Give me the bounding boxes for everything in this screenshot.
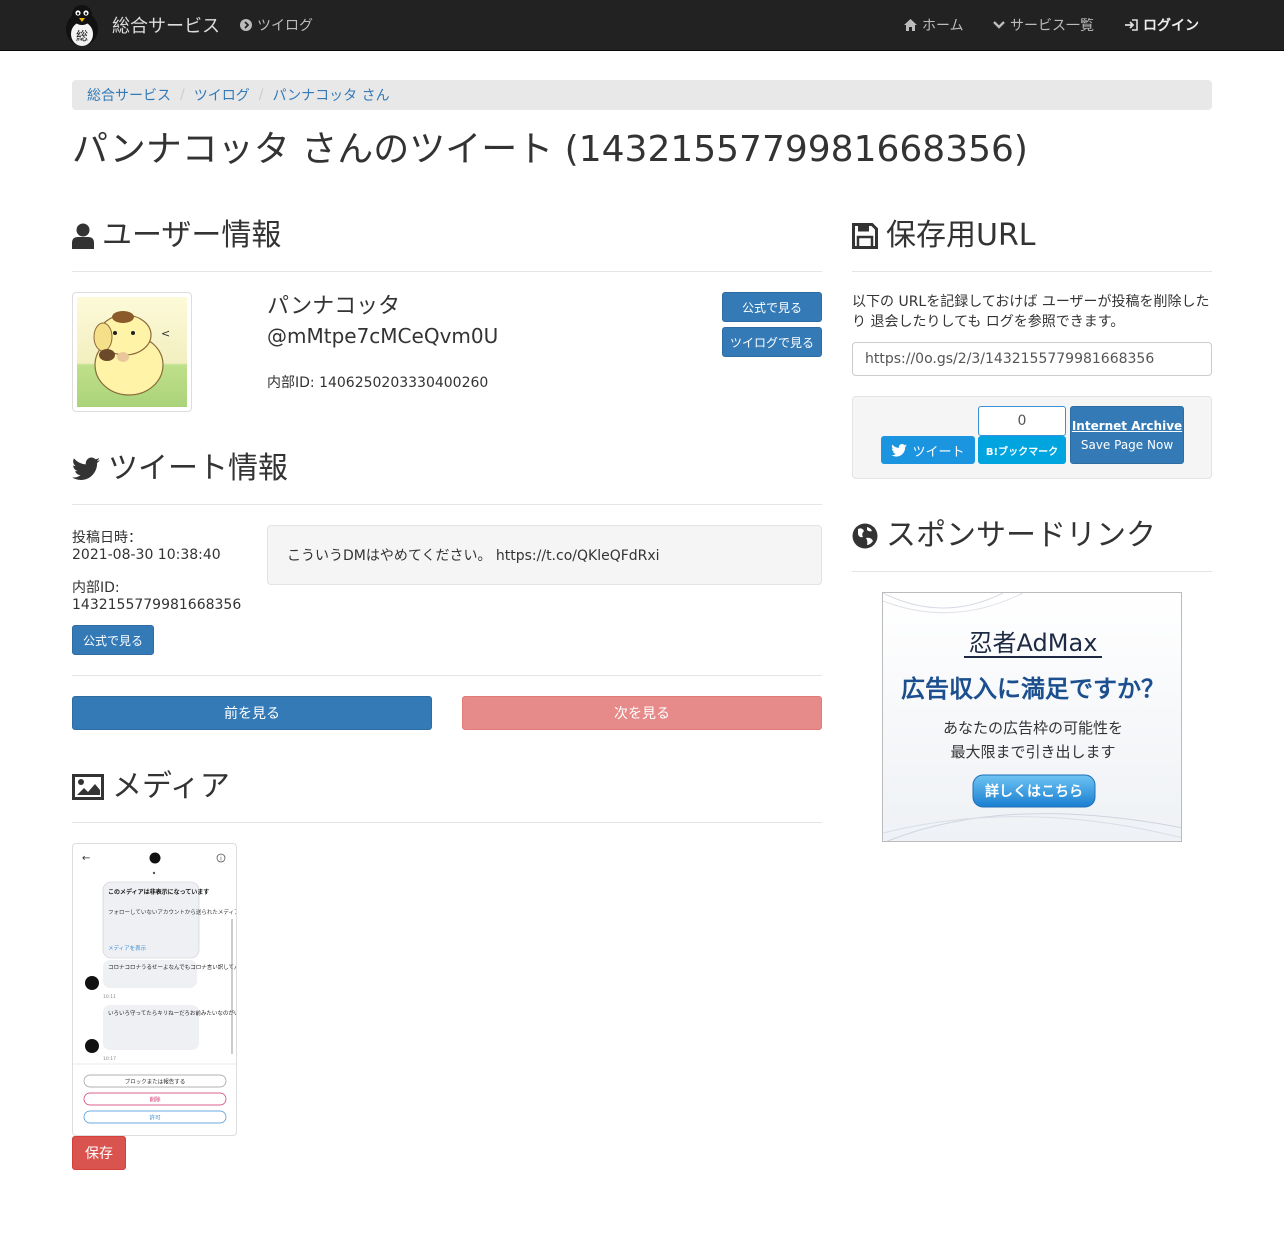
save-media-button[interactable]: 保存 [72,1136,126,1170]
svg-text:許可: 許可 [149,1114,161,1122]
svg-text:いろいろ守ってたらキリねーだろお前みたいなのがいるからせっか: いろいろ守ってたらキリねーだろお前みたいなのがいるからせっかくのイベント楽しかっ… [108,1009,237,1017]
save-url-heading: 保存用URL [852,216,1036,256]
tweet-share-label: ツイート [912,444,965,460]
archive-title: Internet Archive [1071,418,1183,433]
chevron-circle-right-icon [240,19,252,31]
internet-archive-button[interactable]: Internet Archive Save Page Now [1070,406,1184,464]
sponsor-heading: スポンサードリンク [852,516,1156,556]
svg-text:コロナコロナうるせーよなんでもコロナ言い訳してんじゃねーよw: コロナコロナうるせーよなんでもコロナ言い訳してんじゃねーよwww [108,963,237,971]
svg-text:広告収入に満足ですか？: 広告収入に満足ですか？ [901,675,1165,703]
media-thumbnail[interactable]: ← i このメディアは非表示になっています フォローしていないアカウントから送ら… [72,843,237,1136]
divider [852,571,1212,572]
divider [72,822,822,823]
nav-login-label: ログイン [1143,18,1199,34]
svg-text:あなたの広告枠の可能性を: あなたの広告枠の可能性を [943,719,1123,737]
user-name: パンナコッタ [267,294,401,319]
svg-text:詳しくはこちら: 詳しくはこちら [985,783,1083,800]
bookmark-count: 0 [978,406,1066,436]
chevron-down-icon [993,21,1005,29]
svg-text:ブロックまたは報告する: ブロックまたは報告する [125,1078,186,1086]
divider [72,675,822,676]
user-info-heading-text: ユーザー情報 [102,218,282,253]
user-info-heading: ユーザー情報 [72,216,281,256]
view-official-button[interactable]: 公式で見る [722,292,822,322]
svg-text:削除: 削除 [149,1096,161,1104]
tweet-id-label: 内部ID: [72,580,120,596]
back-arrow-icon: ← [82,853,90,864]
svg-text:i: i [220,856,222,863]
svg-text:<: < [161,327,170,340]
save-url-heading-text: 保存用URL [886,218,1036,253]
media-heading: メディア [72,767,230,807]
tweet-view-official-button[interactable]: 公式で見る [72,625,154,655]
posted-value: 2021-08-30 10:38:40 [72,547,221,563]
brand[interactable]: 総 総合サービス [60,2,220,48]
share-panel: ツイート 0 B!ブックマーク Internet Archive Save Pa… [852,396,1212,479]
archive-subtitle: Save Page Now [1080,437,1174,452]
nav-home[interactable]: ホーム [904,15,964,35]
user-icon [72,223,94,249]
tweet-info-heading: ツイート情報 [72,449,288,489]
hatena-bookmark-button[interactable]: B!ブックマーク [978,436,1066,464]
svg-text:総: 総 [76,29,88,43]
svg-text:フォローしていないアカウントから送られたメディアです。: フォローしていないアカウントから送られたメディアです。 [108,908,237,916]
svg-text:10:11: 10:11 [103,994,116,1000]
nav-home-label: ホーム [922,18,964,34]
brand-title: 総合サービス [112,16,220,37]
save-url-description: 以下の URLを記録しておけば ユーザーが投稿を削除したり 退会したりしても ロ… [852,294,1210,330]
breadcrumb-item-home[interactable]: 総合サービス [87,85,171,105]
breadcrumb: 総合サービス / ツイログ / パンナコッタ さん [72,80,1212,110]
breadcrumb-item-tsuilog[interactable]: ツイログ [194,85,250,105]
tweet-share-button[interactable]: ツイート [881,436,975,464]
sponsor-heading-text: スポンサードリンク [886,518,1156,553]
nav-tsuilog-label: ツイログ [257,18,313,34]
nav-tsuilog[interactable]: ツイログ [240,15,313,35]
nav-services-label: サービス一覧 [1010,18,1094,34]
next-tweet-button[interactable]: 次を見る [462,696,822,730]
prev-tweet-button[interactable]: 前を見る [72,696,432,730]
svg-text:忍者AdMax: 忍者AdMax [969,629,1098,657]
floppy-disk-icon [852,223,878,249]
navbar: 総 総合サービス ツイログ ホーム サービス一覧 ログイン [0,0,1284,51]
avatar: < [72,292,192,412]
avatar-image: < [77,297,187,407]
page-title: パンナコッタ さんのツイート (1432155779981668356) [72,129,1028,170]
tweet-info-heading-text: ツイート情報 [108,451,288,486]
divider [852,271,1212,272]
divider [72,504,822,505]
tweet-id-value: 1432155779981668356 [72,597,242,613]
twitter-bird-icon [891,443,908,457]
penguin-logo-icon: 総 [66,5,98,46]
media-heading-text: メディア [112,769,230,804]
nav-services[interactable]: サービス一覧 [993,15,1094,35]
breadcrumb-separator: / [180,87,185,103]
tweet-text: こういうDMはやめてください。 https://t.co/QKleQFdRxi [267,525,822,585]
view-tsuilog-button[interactable]: ツイログで見る [722,327,822,357]
divider [72,271,822,272]
save-url-input[interactable] [852,342,1212,376]
user-internal-id: 内部ID: 1406250203330400260 [267,375,489,391]
sign-in-icon [1125,19,1138,31]
home-icon [904,19,917,31]
svg-text:このメディアは非表示になっています: このメディアは非表示になっています [108,888,209,896]
svg-text:メディアを表示: メディアを表示 [108,944,147,952]
image-icon [72,774,104,800]
twitter-icon [72,457,100,480]
sponsor-ad-banner[interactable]: 忍者AdMax 広告収入に満足ですか？ あなたの広告枠の可能性を 最大限まで引き… [882,592,1182,842]
nav-login[interactable]: ログイン [1125,15,1199,35]
svg-text:10:17: 10:17 [103,1056,116,1062]
breadcrumb-item-user[interactable]: パンナコッタ さん [272,85,389,105]
globe-icon [852,523,878,549]
svg-text:最大限まで引き出します: 最大限まで引き出します [950,743,1115,761]
breadcrumb-separator: / [258,87,264,103]
posted-label: 投稿日時： [72,530,142,546]
user-handle: @mMtpe7cMCeQvm0U [267,324,499,348]
